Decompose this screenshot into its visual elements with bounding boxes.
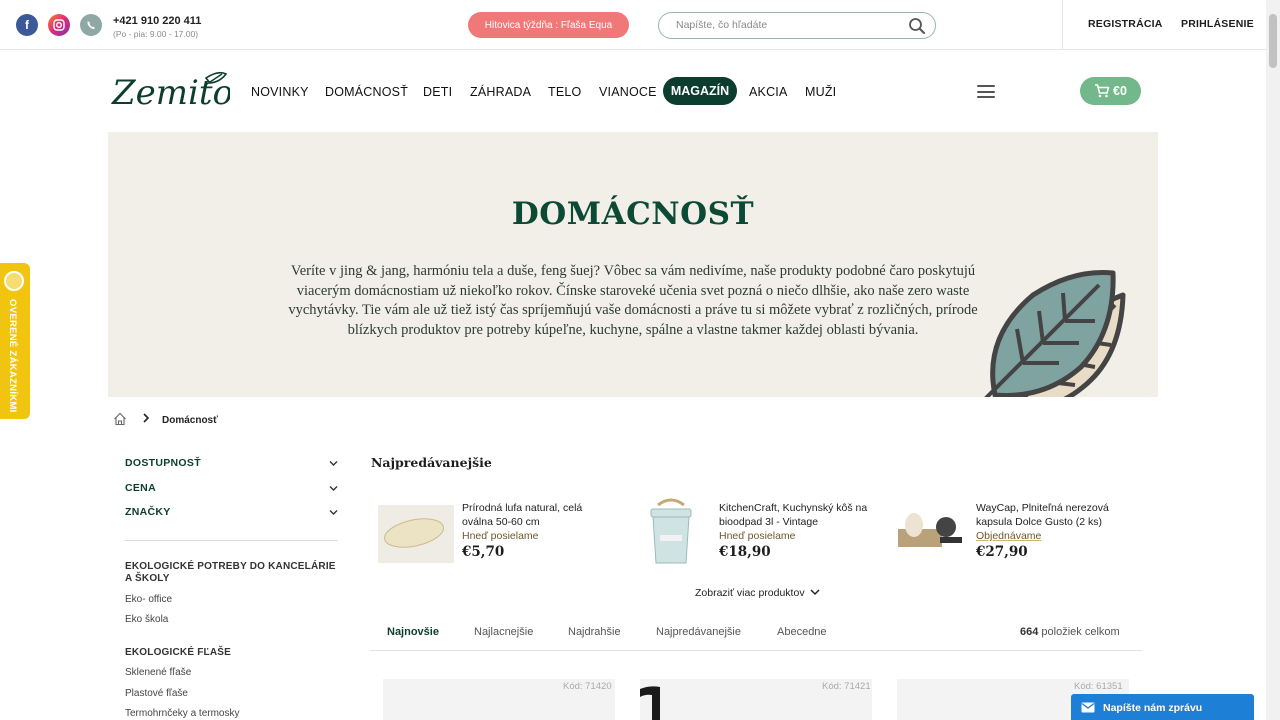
mail-icon bbox=[1081, 702, 1095, 713]
item-count-label: položiek celkom bbox=[1041, 626, 1120, 638]
chevron-down-icon bbox=[329, 510, 338, 515]
tabs-divider bbox=[370, 650, 1142, 651]
chevron-down-icon bbox=[809, 589, 820, 596]
page-title: DOMÁCNOSŤ bbox=[511, 196, 755, 232]
product-code: Kód: 71420 bbox=[563, 681, 612, 692]
show-more-products-link[interactable]: Zobraziť viac produktov bbox=[695, 587, 820, 599]
filter-label: DOSTUPNOSŤ bbox=[125, 457, 201, 469]
sidebar-item-thermos[interactable]: Termohrnčeky a termosky bbox=[125, 708, 239, 719]
cart-button[interactable]: €0 bbox=[1080, 77, 1141, 105]
filter-brands[interactable]: ZNAČKY bbox=[125, 506, 338, 518]
verified-badge-label: OVERENÉ ZÁKAZNÍKMI bbox=[7, 299, 18, 413]
nav-vianoce[interactable]: VIANOCE bbox=[599, 85, 657, 99]
home-icon[interactable] bbox=[113, 412, 127, 426]
nav-telo[interactable]: TELO bbox=[548, 85, 581, 99]
sort-tab-alphabetical[interactable]: Abecedne bbox=[777, 626, 827, 638]
sort-tab-newest[interactable]: Najnovšie bbox=[387, 626, 439, 638]
item-count: 664 položiek celkom bbox=[1020, 626, 1120, 638]
zemito-logo[interactable]: Zemito bbox=[110, 66, 230, 114]
sidebar-divider bbox=[125, 540, 338, 541]
promo-button[interactable]: Hitovica týždňa : Fľaša Equa bbox=[468, 12, 629, 38]
product-name[interactable]: Prírodná lufa natural, celá oválna 50-60… bbox=[462, 501, 612, 529]
bestsellers-title: Najpredávanejšie bbox=[371, 455, 492, 470]
register-link[interactable]: REGISTRÁCIA bbox=[1088, 18, 1163, 30]
product-image-capsule[interactable] bbox=[896, 507, 968, 553]
sort-tab-cheapest[interactable]: Najlacnejšie bbox=[474, 626, 533, 638]
cart-total: €0 bbox=[1113, 84, 1127, 98]
product-name[interactable]: WayCap, Plniteľná nerezová kapsula Dolce… bbox=[976, 501, 1126, 529]
breadcrumb-current: Domácnosť bbox=[162, 415, 218, 426]
search-icon[interactable] bbox=[908, 17, 926, 35]
product-availability: Objednávame bbox=[976, 530, 1042, 542]
product-image-compost-bin[interactable] bbox=[636, 497, 706, 569]
nav-novinky[interactable]: NOVINKY bbox=[251, 85, 309, 99]
product-image bbox=[640, 686, 660, 720]
show-more-label: Zobraziť viac produktov bbox=[695, 587, 805, 599]
phone-number[interactable]: +421 910 220 411 bbox=[113, 15, 201, 27]
product-availability: Hneď posielame bbox=[462, 530, 539, 542]
chat-label: Napíšte nám zprávu bbox=[1103, 702, 1203, 714]
scrollbar[interactable] bbox=[1266, 0, 1280, 720]
verified-customers-badge[interactable]: OVERENÉ ZÁKAZNÍKMI bbox=[0, 263, 30, 419]
category-hero: DOMÁCNOSŤ Veríte v jing & jang, harmóniu… bbox=[108, 132, 1158, 397]
filter-price[interactable]: CENA bbox=[125, 482, 338, 494]
nav-muzi[interactable]: MUŽI bbox=[805, 85, 836, 99]
filter-label: CENA bbox=[125, 482, 156, 494]
search-box bbox=[658, 12, 936, 39]
category-description: Veríte v jing & jang, harmóniu tela a du… bbox=[288, 263, 978, 338]
instagram-icon[interactable] bbox=[48, 14, 70, 36]
breadcrumb-chevron-icon bbox=[143, 413, 150, 423]
opening-hours: (Po - pia: 9.00 - 17.00) bbox=[113, 29, 199, 39]
nav-domacnost[interactable]: DOMÁCNOSŤ bbox=[325, 85, 408, 99]
product-price: €27,90 bbox=[976, 544, 1028, 560]
product-name[interactable]: KitchenCraft, Kuchynský kôš na bioodpad … bbox=[719, 501, 869, 529]
filter-label: ZNAČKY bbox=[125, 506, 171, 518]
nav-zahrada[interactable]: ZÁHRADA bbox=[470, 85, 531, 99]
chevron-down-icon bbox=[329, 486, 338, 491]
sort-tab-most-expensive[interactable]: Najdrahšie bbox=[568, 626, 621, 638]
sidebar-category-bottles[interactable]: EKOLOGICKÉ FĽAŠE bbox=[125, 647, 338, 659]
product-code: Kód: 61351 bbox=[1074, 681, 1123, 692]
chat-widget-button[interactable]: Napíšte nám zprávu bbox=[1071, 694, 1254, 720]
sidebar-item-eko-skola[interactable]: Eko škola bbox=[125, 614, 168, 625]
login-link[interactable]: PRIHLÁSENIE bbox=[1181, 18, 1254, 30]
chevron-down-icon bbox=[329, 461, 338, 466]
product-price: €18,90 bbox=[719, 544, 771, 560]
viber-icon[interactable] bbox=[80, 14, 102, 36]
facebook-icon[interactable]: f bbox=[16, 14, 38, 36]
sidebar-category-office[interactable]: EKOLOGICKÉ POTREBY DO KANCELÁRIE A ŠKOLY bbox=[125, 561, 338, 585]
hamburger-menu-icon[interactable] bbox=[977, 85, 995, 98]
leaf-illustration-icon bbox=[984, 270, 1126, 397]
item-count-number: 664 bbox=[1020, 626, 1039, 638]
nav-akcia[interactable]: AKCIA bbox=[749, 85, 788, 99]
scroll-thumb[interactable] bbox=[1269, 14, 1277, 68]
sidebar-item-eko-office[interactable]: Eko- office bbox=[125, 594, 172, 605]
product-availability: Hneď posielame bbox=[719, 530, 796, 542]
product-image-loofah[interactable] bbox=[378, 505, 454, 563]
product-price: €5,70 bbox=[462, 544, 505, 560]
svg-text:Zemito: Zemito bbox=[111, 73, 230, 113]
nav-deti[interactable]: DETI bbox=[423, 85, 452, 99]
sidebar-item-plastic-bottles[interactable]: Plastové fľaše bbox=[125, 688, 188, 699]
nav-magazin[interactable]: MAGAZÍN bbox=[663, 77, 737, 105]
sort-tab-bestselling[interactable]: Najpredávanejšie bbox=[656, 626, 741, 638]
product-code: Kód: 71421 bbox=[822, 681, 871, 692]
top-bar: f +421 910 220 411 (Po - pia: 9.00 - 17.… bbox=[0, 0, 1266, 50]
top-divider bbox=[1062, 0, 1063, 50]
cart-icon bbox=[1095, 84, 1110, 98]
sidebar-item-glass-bottles[interactable]: Sklenené fľaše bbox=[125, 667, 191, 678]
filter-availability[interactable]: DOSTUPNOSŤ bbox=[125, 457, 338, 469]
search-input[interactable] bbox=[676, 19, 896, 31]
verified-seal-icon bbox=[4, 271, 24, 291]
